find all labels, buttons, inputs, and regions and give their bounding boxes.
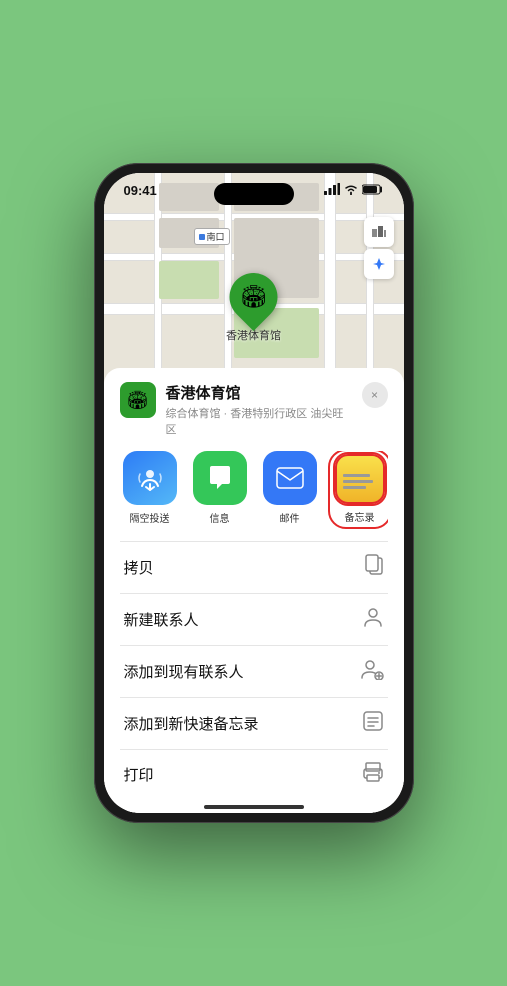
status-icons: [324, 183, 384, 198]
stadium-icon: 🏟: [240, 284, 268, 310]
stadium-pin: 🏟 香港体育馆: [226, 273, 281, 343]
quick-note-icon: [362, 710, 384, 737]
action-add-existing[interactable]: 添加到现有联系人: [120, 645, 388, 697]
close-button[interactable]: ×: [362, 382, 388, 408]
messages-label: 信息: [210, 510, 230, 525]
add-contact-icon: [360, 658, 384, 685]
home-indicator: [204, 805, 304, 809]
signal-icon: [324, 183, 340, 198]
map-view-button[interactable]: [364, 217, 394, 247]
messages-icon: [193, 451, 247, 505]
notes-icon: [335, 454, 385, 504]
share-item-messages[interactable]: 信息: [190, 451, 250, 527]
share-item-airdrop[interactable]: 隔空投送: [120, 451, 180, 527]
action-print-label: 打印: [124, 764, 154, 785]
map-controls: [364, 217, 394, 279]
share-item-notes[interactable]: 备忘录: [330, 451, 388, 527]
airdrop-icon: [123, 451, 177, 505]
mail-label: 邮件: [280, 510, 300, 525]
venue-header: 🏟 香港体育馆 综合体育馆 · 香港特别行政区 油尖旺区 ×: [120, 382, 388, 437]
venue-subtitle: 综合体育馆 · 香港特别行政区 油尖旺区: [166, 405, 352, 437]
wifi-icon: [344, 184, 358, 198]
action-quick-note[interactable]: 添加到新快速备忘录: [120, 697, 388, 749]
phone-frame: 09:41: [94, 163, 414, 823]
notes-lines: [337, 466, 383, 493]
status-time: 09:41: [124, 183, 157, 198]
pin-marker: 🏟: [220, 263, 288, 331]
action-copy-label: 拷贝: [124, 557, 154, 578]
notes-label: 备忘录: [345, 509, 375, 524]
location-button[interactable]: [364, 249, 394, 279]
action-print[interactable]: 打印: [120, 749, 388, 799]
map-block: [159, 261, 219, 299]
action-add-existing-label: 添加到现有联系人: [124, 661, 244, 682]
share-row: 隔空投送 信息: [120, 451, 388, 537]
action-new-contact[interactable]: 新建联系人: [120, 593, 388, 645]
venue-logo-icon: 🏟: [126, 390, 149, 411]
phone-screen: 09:41: [104, 173, 404, 813]
venue-name: 香港体育馆: [166, 382, 352, 403]
action-quick-note-label: 添加到新快速备忘录: [124, 713, 259, 734]
venue-logo: 🏟: [120, 382, 156, 418]
battery-icon: [362, 184, 384, 198]
share-item-mail[interactable]: 邮件: [260, 451, 320, 527]
mail-icon: [263, 451, 317, 505]
action-copy[interactable]: 拷贝: [120, 541, 388, 593]
label-dot: [199, 234, 205, 240]
dynamic-island: [214, 183, 294, 205]
venue-info: 香港体育馆 综合体育馆 · 香港特别行政区 油尖旺区: [166, 382, 352, 437]
map-entrance-label: 南口: [194, 228, 230, 245]
airdrop-label: 隔空投送: [130, 510, 170, 525]
copy-icon: [364, 554, 384, 581]
bottom-sheet: 🏟 香港体育馆 综合体育馆 · 香港特别行政区 油尖旺区 ×: [104, 368, 404, 813]
new-contact-icon: [362, 606, 384, 633]
print-icon: [362, 762, 384, 787]
action-new-contact-label: 新建联系人: [124, 609, 199, 630]
